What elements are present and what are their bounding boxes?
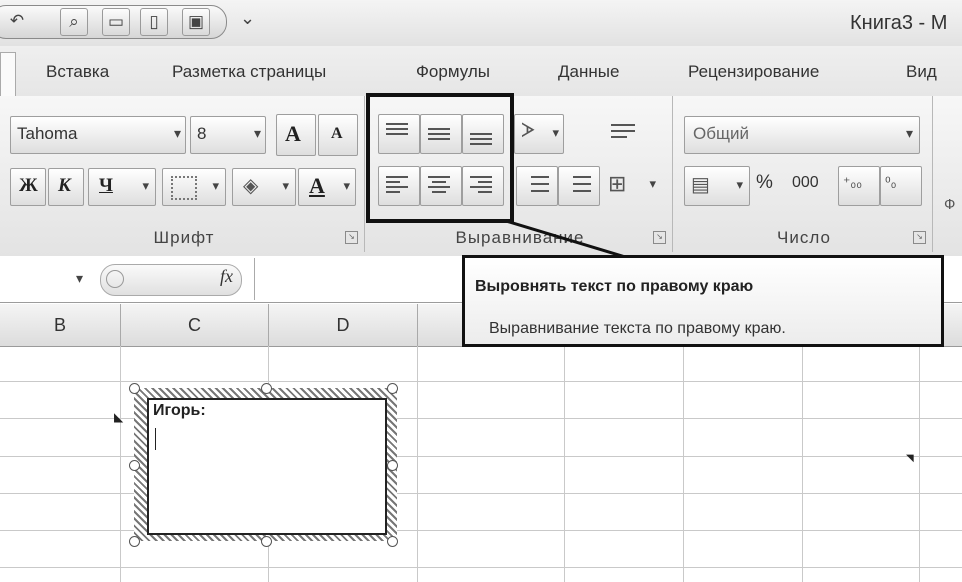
borders-button[interactable]: ▾ <box>162 168 226 206</box>
grow-font-icon: A <box>285 121 301 146</box>
resize-handle[interactable] <box>129 460 140 471</box>
comment-box[interactable]: Игорь: <box>147 398 387 535</box>
percent-label: % <box>756 172 773 193</box>
underline-icon: Ч <box>99 175 113 196</box>
print-preview-icon[interactable]: ⌕ <box>60 8 88 36</box>
underline-button[interactable]: Ч ▾ <box>88 168 156 206</box>
merge-center-button[interactable]: ⊞ ▾ <box>606 168 662 204</box>
tab-home-edge[interactable] <box>0 52 16 99</box>
underline-dropdown-icon[interactable]: ▾ <box>142 178 149 194</box>
grid-line <box>0 381 962 382</box>
increase-decimal-icon: ⁺₀₀ <box>843 174 863 190</box>
thousands-label: 000 <box>792 174 819 191</box>
alignment-dialog-launcher-icon[interactable]: ↘ <box>653 231 666 244</box>
tab-review[interactable]: Рецензирование <box>688 62 819 82</box>
tab-page-layout[interactable]: Разметка страницы <box>172 62 326 82</box>
fill-color-button[interactable]: ◈ ▾ <box>232 168 296 206</box>
decrease-indent-button[interactable] <box>516 166 558 206</box>
tab-view[interactable]: Вид <box>906 62 937 82</box>
increase-indent-button[interactable] <box>558 166 600 206</box>
formula-input[interactable] <box>256 258 456 300</box>
italic-icon: К <box>58 175 71 196</box>
accounting-dropdown-icon[interactable]: ▾ <box>736 177 743 193</box>
resize-handle[interactable] <box>129 383 140 394</box>
font-name-value: Tahoma <box>17 124 78 143</box>
comment-indicator-icon: ◣ <box>114 410 124 424</box>
thousands-separator-button[interactable]: 000 <box>792 174 819 192</box>
column-header-b[interactable]: B <box>0 304 121 346</box>
new-document-icon[interactable]: ▯ <box>140 8 168 36</box>
open-folder-icon[interactable]: ▭ <box>102 8 130 36</box>
fill-bucket-icon: ◈ <box>243 175 259 197</box>
font-dialog-launcher-icon[interactable]: ↘ <box>345 231 358 244</box>
borders-dropdown-icon[interactable]: ▾ <box>212 178 219 194</box>
orientation-button[interactable]: ᗆ ▾ <box>514 114 564 154</box>
window-title: Книга3 - М <box>850 12 948 34</box>
font-size-value: 8 <box>197 124 207 143</box>
name-box-dropdown-icon[interactable]: ▾ <box>76 270 83 287</box>
tab-data[interactable]: Данные <box>558 62 619 82</box>
accounting-format-button[interactable]: ▤ ▾ <box>684 166 750 206</box>
tab-formulas[interactable]: Формулы <box>416 62 490 82</box>
fill-color-dropdown-icon[interactable]: ▾ <box>282 178 289 194</box>
wrap-text-icon[interactable] <box>604 116 640 152</box>
formula-toggle-icon[interactable] <box>106 270 124 288</box>
undo-icon[interactable]: ↶ <box>4 8 30 34</box>
resize-handle[interactable] <box>387 460 398 471</box>
bold-icon: Ж <box>19 175 38 196</box>
number-dialog-launcher-icon[interactable]: ↘ <box>913 231 926 244</box>
decrease-decimal-icon: ⁰₀ <box>885 174 897 190</box>
number-format-value: Общий <box>693 124 749 143</box>
font-color-button[interactable]: A ▾ <box>298 168 356 206</box>
decrease-decimal-button[interactable]: ⁰₀ <box>880 166 922 206</box>
resize-handle[interactable] <box>387 383 398 394</box>
tooltip-title: Выровнять текст по правому краю <box>475 278 754 295</box>
text-cursor <box>155 428 156 450</box>
formula-bar-divider <box>254 258 255 300</box>
tooltip: Выровнять текст по правому краю Выравнив… <box>462 255 944 347</box>
styles-group-label: Ф <box>944 196 956 213</box>
font-size-dropdown-icon[interactable]: ▾ <box>254 125 261 142</box>
insert-function-button[interactable]: fx <box>220 266 233 287</box>
tab-insert[interactable]: Вставка <box>46 62 109 82</box>
shrink-font-button[interactable]: A <box>318 114 358 156</box>
increase-decimal-button[interactable]: ⁺₀₀ <box>838 166 880 206</box>
italic-button[interactable]: К <box>48 168 84 206</box>
styles-group: Ф <box>936 96 962 252</box>
comment-text[interactable]: Игорь: <box>153 402 206 420</box>
customize-toolbar-icon[interactable]: ⌄ <box>240 8 255 29</box>
text-orientation-icon: ᗆ <box>521 120 536 142</box>
grid-line <box>0 567 962 568</box>
tooltip-description: Выравнивание текста по правому краю. <box>489 320 786 337</box>
orientation-dropdown-icon[interactable]: ▾ <box>552 125 559 141</box>
resize-handle[interactable] <box>387 536 398 547</box>
number-group-label: Число <box>777 228 831 247</box>
shrink-font-icon: A <box>331 125 343 142</box>
font-name-select[interactable]: Tahoma ▾ <box>10 116 186 154</box>
currency-icon: ▤ <box>691 174 710 196</box>
borders-icon <box>171 176 197 200</box>
font-color-icon: A <box>309 173 325 198</box>
cell-corner-marker-icon: ◥ <box>906 453 914 464</box>
number-format-dropdown-icon[interactable]: ▾ <box>906 125 913 142</box>
save-icon[interactable]: ▣ <box>182 8 210 36</box>
alignment-highlight-frame <box>366 93 514 223</box>
font-name-dropdown-icon[interactable]: ▾ <box>174 125 181 142</box>
percent-button[interactable]: % <box>756 172 773 194</box>
bold-button[interactable]: Ж <box>10 168 46 206</box>
number-format-select[interactable]: Общий ▾ <box>684 116 920 154</box>
merge-cells-icon: ⊞ <box>608 171 627 196</box>
grow-font-button[interactable]: A <box>276 114 316 156</box>
font-group-label: Шрифт <box>153 228 215 247</box>
resize-handle[interactable] <box>129 536 140 547</box>
font-size-select[interactable]: 8 ▾ <box>190 116 266 154</box>
column-header-d[interactable]: D <box>269 304 418 346</box>
column-header-c[interactable]: C <box>121 304 269 346</box>
font-color-dropdown-icon[interactable]: ▾ <box>343 178 350 194</box>
resize-handle[interactable] <box>261 383 272 394</box>
resize-handle[interactable] <box>261 536 272 547</box>
merge-dropdown-icon[interactable]: ▾ <box>649 176 656 192</box>
